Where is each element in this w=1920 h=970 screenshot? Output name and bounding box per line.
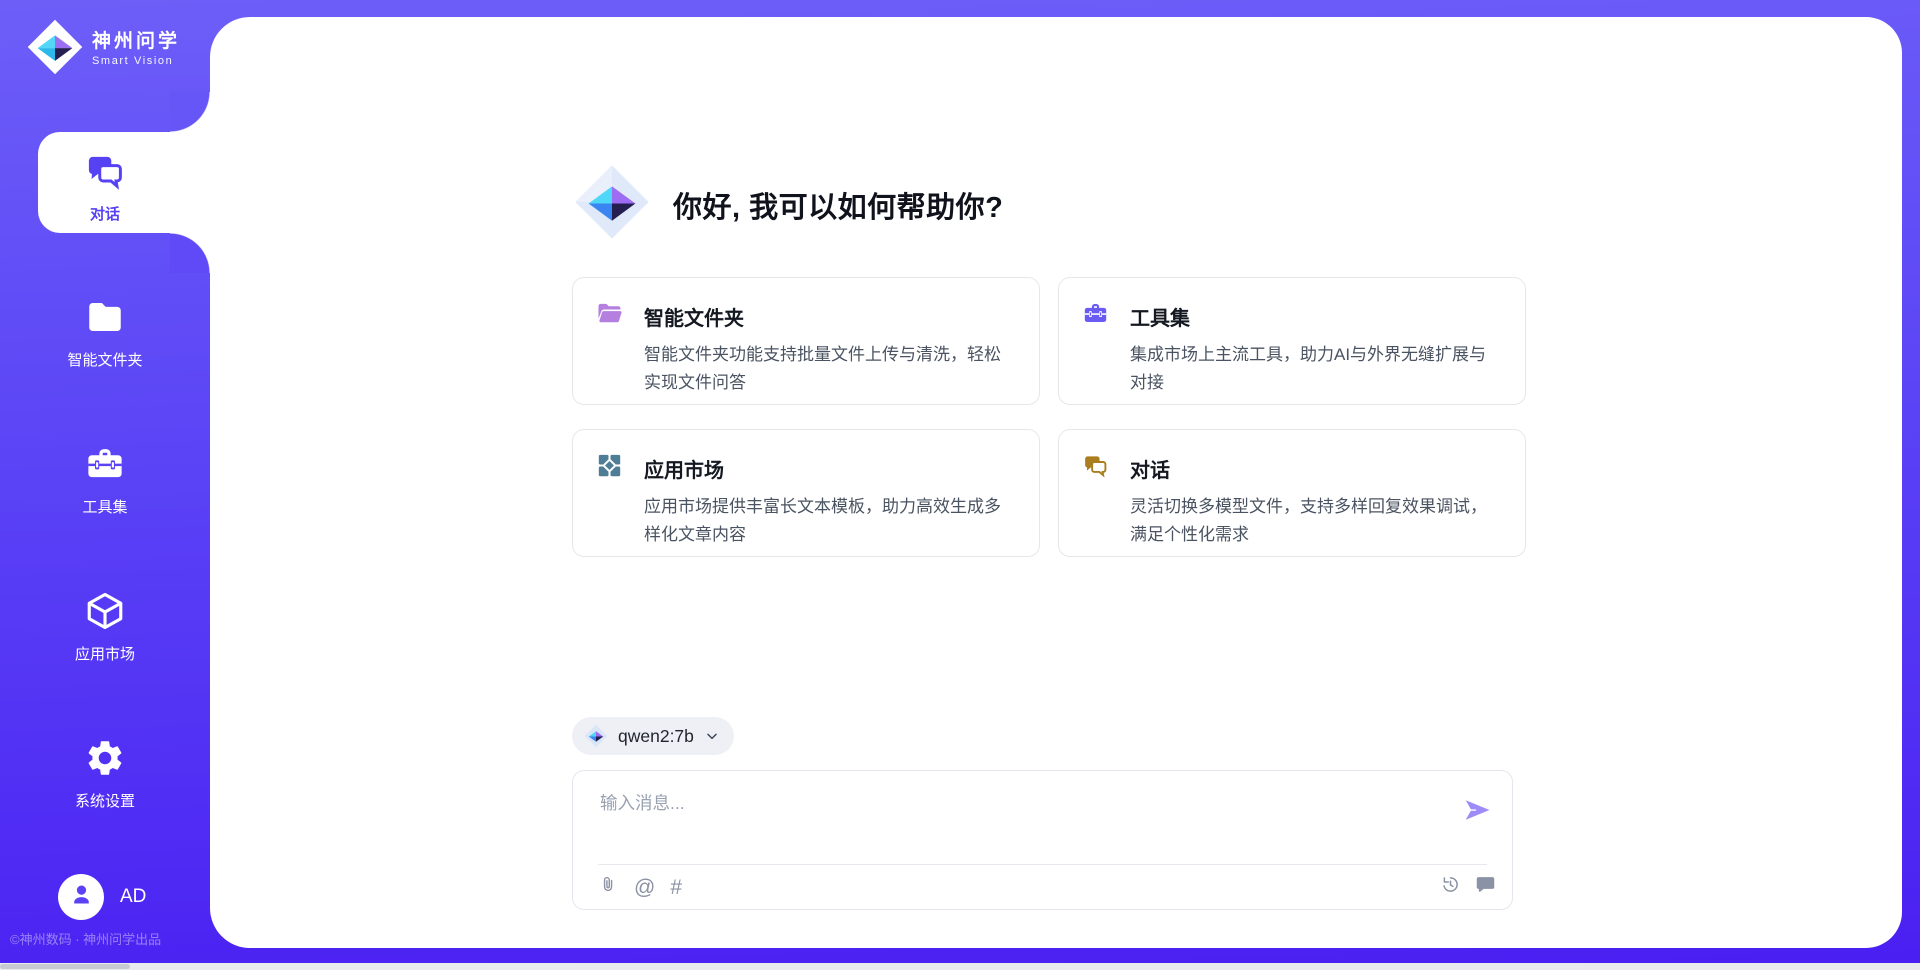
greeting-block: 你好, 我可以如何帮助你?	[573, 163, 1003, 246]
gear-icon	[84, 766, 126, 783]
open-folder-icon	[596, 300, 623, 332]
at-icon[interactable]: @	[634, 877, 655, 899]
main-panel: 你好, 我可以如何帮助你? 智能文件夹 智能文件夹功能支持批量文件上传与清洗，轻…	[210, 17, 1902, 948]
composer-divider	[598, 864, 1487, 865]
chat-bubbles-icon	[1082, 452, 1109, 484]
card-chat[interactable]: 对话 灵活切换多模型文件，支持多样回复效果调试，满足个性化需求	[1058, 429, 1526, 557]
chat-bubbles-icon	[84, 179, 126, 196]
scrollbar-thumb[interactable]	[0, 964, 130, 969]
composer-tools-right	[1440, 874, 1496, 900]
send-icon[interactable]	[1462, 795, 1492, 825]
app-grid-icon	[596, 452, 623, 484]
app-logo: 神州问学 Smart Vision	[26, 18, 180, 81]
brand-name: 神州问学	[92, 31, 180, 52]
chevron-down-icon	[704, 728, 720, 744]
card-toolset[interactable]: 工具集 集成市场上主流工具，助力AI与外界无缝扩展与对接	[1058, 277, 1526, 405]
briefcase-icon	[1082, 300, 1109, 332]
diamond-logo-icon	[573, 163, 651, 246]
chat-bubble-icon[interactable]	[1475, 874, 1496, 900]
composer-tools-left: @ #	[598, 874, 682, 901]
avatar	[58, 874, 104, 920]
sidebar-item-label: 对话	[0, 203, 210, 224]
folder-icon	[84, 325, 126, 342]
sidebar-item-app-market[interactable]: 应用市场	[0, 590, 210, 664]
active-tab-fillet-top	[170, 92, 210, 132]
sidebar-item-label: 工具集	[0, 496, 210, 517]
card-title: 智能文件夹	[644, 302, 744, 331]
feature-cards: 智能文件夹 智能文件夹功能支持批量文件上传与清洗，轻松实现文件问答	[572, 277, 1526, 557]
message-input[interactable]	[598, 785, 1422, 821]
card-description: 灵活切换多模型文件，支持多样回复效果调试，满足个性化需求	[1130, 493, 1499, 549]
user-initials: AD	[120, 886, 146, 908]
copyright-text: ©神州数码 · 神州问学出品	[10, 929, 161, 948]
hash-icon[interactable]: #	[670, 877, 682, 899]
diamond-logo-icon	[584, 724, 608, 748]
card-title: 工具集	[1130, 302, 1190, 331]
paperclip-icon[interactable]	[598, 874, 619, 901]
briefcase-icon	[84, 472, 126, 489]
brand-diamond-icon	[26, 18, 84, 81]
sidebar-item-chat[interactable]: 对话	[0, 150, 210, 224]
sidebar-item-label: 应用市场	[0, 643, 210, 664]
card-title: 应用市场	[644, 454, 724, 483]
card-description: 集成市场上主流工具，助力AI与外界无缝扩展与对接	[1130, 341, 1499, 397]
sidebar-item-settings[interactable]: 系统设置	[0, 737, 210, 811]
person-icon	[68, 881, 95, 913]
greeting-title: 你好, 我可以如何帮助你?	[673, 184, 1003, 226]
model-selector[interactable]: qwen2:7b	[572, 717, 734, 755]
card-description: 智能文件夹功能支持批量文件上传与清洗，轻松实现文件问答	[644, 341, 1013, 397]
brand-subtitle: Smart Vision	[92, 56, 180, 67]
card-description: 应用市场提供丰富长文本模板，助力高效生成多样化文章内容	[644, 493, 1013, 549]
sidebar-item-toolset[interactable]: 工具集	[0, 443, 210, 517]
horizontal-scrollbar[interactable]	[0, 963, 1920, 970]
cube-icon	[84, 619, 126, 636]
user-profile[interactable]: AD	[58, 874, 146, 920]
sidebar-item-label: 系统设置	[0, 790, 210, 811]
card-smart-folders[interactable]: 智能文件夹 智能文件夹功能支持批量文件上传与清洗，轻松实现文件问答	[572, 277, 1040, 405]
card-title: 对话	[1130, 454, 1170, 483]
active-tab-fillet-bottom	[170, 233, 210, 273]
model-name: qwen2:7b	[618, 726, 694, 747]
card-app-market[interactable]: 应用市场 应用市场提供丰富长文本模板，助力高效生成多样化文章内容	[572, 429, 1040, 557]
message-composer: @ #	[572, 770, 1513, 910]
sidebar: 神州问学 Smart Vision 对话 智能文件夹	[0, 0, 210, 970]
history-icon[interactable]	[1440, 874, 1461, 900]
sidebar-item-label: 智能文件夹	[0, 349, 210, 370]
sidebar-item-smart-folders[interactable]: 智能文件夹	[0, 296, 210, 370]
